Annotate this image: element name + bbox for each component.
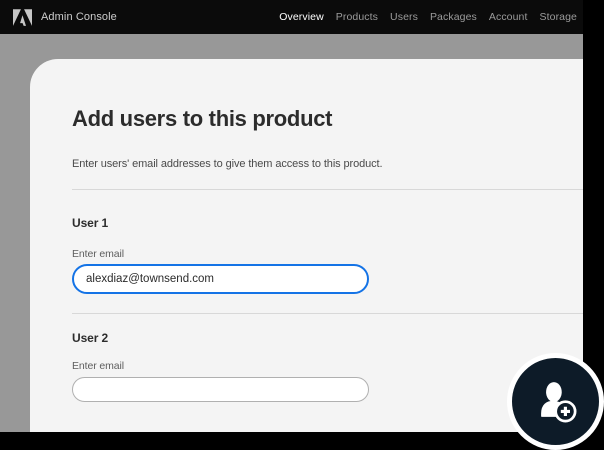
user1-label: User 1	[72, 216, 108, 230]
user2-email-label: Enter email	[72, 360, 124, 372]
nav-item-packages[interactable]: Packages	[430, 11, 477, 23]
admin-console-page: Admin Console Overview Products Users Pa…	[0, 0, 583, 432]
user1-email-input[interactable]	[72, 264, 369, 294]
divider	[72, 313, 583, 314]
add-user-icon	[533, 379, 579, 425]
user2-email-input[interactable]	[72, 377, 369, 402]
divider	[72, 189, 583, 190]
app-window: Admin Console Overview Products Users Pa…	[0, 0, 604, 450]
brand: Admin Console	[0, 9, 117, 26]
add-users-card: Add users to this product Enter users' e…	[30, 59, 583, 432]
nav-item-account[interactable]: Account	[489, 11, 528, 23]
page-title: Add users to this product	[72, 106, 332, 132]
nav-item-users[interactable]: Users	[390, 11, 418, 23]
add-user-fab[interactable]	[507, 353, 604, 450]
user1-email-label: Enter email	[72, 248, 124, 260]
user2-label: User 2	[72, 331, 108, 345]
nav-item-overview[interactable]: Overview	[279, 11, 324, 23]
app-title: Admin Console	[41, 11, 117, 23]
primary-nav: Overview Products Users Packages Account…	[279, 11, 583, 23]
nav-item-storage[interactable]: Storage	[540, 11, 577, 23]
adobe-logo-icon	[13, 9, 32, 26]
top-nav-bar: Admin Console Overview Products Users Pa…	[0, 0, 583, 34]
nav-item-products[interactable]: Products	[336, 11, 378, 23]
page-description: Enter users' email addresses to give the…	[72, 157, 382, 171]
